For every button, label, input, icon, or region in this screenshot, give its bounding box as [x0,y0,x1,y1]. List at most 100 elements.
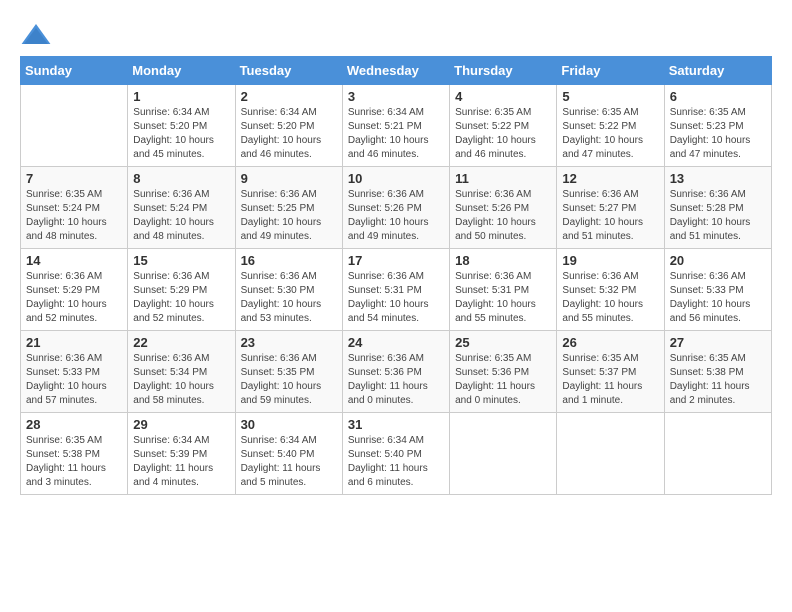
day-info: Sunrise: 6:34 AM Sunset: 5:21 PM Dayligh… [348,106,444,162]
day-number: 20 [670,253,766,268]
day-number: 24 [348,335,444,350]
day-header-saturday: Saturday [664,57,771,85]
day-info: Sunrise: 6:35 AM Sunset: 5:36 PM Dayligh… [455,352,551,408]
day-info: Sunrise: 6:36 AM Sunset: 5:29 PM Dayligh… [133,270,229,326]
day-number: 30 [241,417,337,432]
day-info: Sunrise: 6:36 AM Sunset: 5:32 PM Dayligh… [562,270,658,326]
day-info: Sunrise: 6:36 AM Sunset: 5:24 PM Dayligh… [133,188,229,244]
day-header-sunday: Sunday [21,57,128,85]
calendar-cell: 18Sunrise: 6:36 AM Sunset: 5:31 PM Dayli… [450,249,557,331]
day-number: 17 [348,253,444,268]
day-info: Sunrise: 6:34 AM Sunset: 5:40 PM Dayligh… [348,434,444,490]
calendar-cell: 14 Sunrise: 6:36 AM Sunset: 5:29 PM Dayli… [21,249,128,331]
day-info: Sunrise: 6:36 AM Sunset: 5:33 PM Dayligh… [670,270,766,326]
day-number: 28 [26,417,122,432]
calendar-cell: 31 Sunrise: 6:34 AM Sunset: 5:40 PM Dayli… [342,413,449,495]
calendar-cell: 2 Sunrise: 6:34 AM Sunset: 5:20 PM Daylig… [235,85,342,167]
day-info: Sunrise: 6:35 AM Sunset: 5:23 PM Dayligh… [670,106,766,162]
day-number: 31 [348,417,444,432]
day-header-tuesday: Tuesday [235,57,342,85]
calendar-cell: 30 Sunrise: 6:34 AM Sunset: 5:40 PM Dayli… [235,413,342,495]
calendar-cell: 9 Sunrise: 6:36 AM Sunset: 5:25 PM Daylig… [235,167,342,249]
day-header-friday: Friday [557,57,664,85]
day-info: Sunrise: 6:34 AM Sunset: 5:40 PM Dayligh… [241,434,337,490]
day-info: Sunrise: 6:35 AM Sunset: 5:38 PM Dayligh… [670,352,766,408]
calendar-cell: 15 Sunrise: 6:36 AM Sunset: 5:29 PM Dayli… [128,249,235,331]
calendar-cell [450,413,557,495]
day-number: 7 [26,171,122,186]
calendar-week-row: 7 Sunrise: 6:35 AM Sunset: 5:24 PM Daylig… [21,167,772,249]
day-header-thursday: Thursday [450,57,557,85]
day-number: 25 [455,335,551,350]
day-info: Sunrise: 6:35 AM Sunset: 5:37 PM Dayligh… [562,352,658,408]
calendar-cell: 3 Sunrise: 6:34 AM Sunset: 5:21 PM Daylig… [342,85,449,167]
calendar-cell: 16Sunrise: 6:36 AM Sunset: 5:30 PM Dayli… [235,249,342,331]
day-info: Sunrise: 6:34 AM Sunset: 5:20 PM Dayligh… [241,106,337,162]
calendar-cell: 28 Sunrise: 6:35 AM Sunset: 5:38 PM Dayli… [21,413,128,495]
calendar-cell: 6 Sunrise: 6:35 AM Sunset: 5:23 PM Daylig… [664,85,771,167]
calendar-cell: 11Sunrise: 6:36 AM Sunset: 5:26 PM Dayli… [450,167,557,249]
day-number: 8 [133,171,229,186]
day-number: 23 [241,335,337,350]
calendar-week-row: 28 Sunrise: 6:35 AM Sunset: 5:38 PM Dayli… [21,413,772,495]
day-number: 12 [562,171,658,186]
day-number: 6 [670,89,766,104]
calendar-cell: 7 Sunrise: 6:35 AM Sunset: 5:24 PM Daylig… [21,167,128,249]
day-info: Sunrise: 6:36 AM Sunset: 5:34 PM Dayligh… [133,352,229,408]
calendar-week-row: 1Sunrise: 6:34 AM Sunset: 5:20 PM Daylig… [21,85,772,167]
calendar-cell: 25 Sunrise: 6:35 AM Sunset: 5:36 PM Dayli… [450,331,557,413]
calendar-cell: 26Sunrise: 6:35 AM Sunset: 5:37 PM Dayli… [557,331,664,413]
day-number: 13 [670,171,766,186]
calendar-cell: 13 Sunrise: 6:36 AM Sunset: 5:28 PM Dayli… [664,167,771,249]
day-number: 18 [455,253,551,268]
calendar-cell: 17 Sunrise: 6:36 AM Sunset: 5:31 PM Dayli… [342,249,449,331]
day-info: Sunrise: 6:36 AM Sunset: 5:31 PM Dayligh… [348,270,444,326]
day-number: 11 [455,171,551,186]
calendar-cell: 24 Sunrise: 6:36 AM Sunset: 5:36 PM Dayli… [342,331,449,413]
calendar-cell [21,85,128,167]
logo [20,20,58,52]
day-info: Sunrise: 6:36 AM Sunset: 5:29 PM Dayligh… [26,270,122,326]
calendar-cell: 20 Sunrise: 6:36 AM Sunset: 5:33 PM Dayli… [664,249,771,331]
day-info: Sunrise: 6:36 AM Sunset: 5:30 PM Dayligh… [241,270,337,326]
day-number: 9 [241,171,337,186]
logo-icon [20,20,52,52]
calendar-week-row: 14 Sunrise: 6:36 AM Sunset: 5:29 PM Dayli… [21,249,772,331]
day-info: Sunrise: 6:36 AM Sunset: 5:35 PM Dayligh… [241,352,337,408]
day-number: 3 [348,89,444,104]
calendar-cell: 10 Sunrise: 6:36 AM Sunset: 5:26 PM Dayli… [342,167,449,249]
day-number: 14 [26,253,122,268]
calendar-cell: 27 Sunrise: 6:35 AM Sunset: 5:38 PM Dayli… [664,331,771,413]
calendar-cell [557,413,664,495]
calendar-cell: 1Sunrise: 6:34 AM Sunset: 5:20 PM Daylig… [128,85,235,167]
day-header-monday: Monday [128,57,235,85]
day-header-wednesday: Wednesday [342,57,449,85]
day-info: Sunrise: 6:35 AM Sunset: 5:24 PM Dayligh… [26,188,122,244]
calendar-cell: 5 Sunrise: 6:35 AM Sunset: 5:22 PM Daylig… [557,85,664,167]
day-number: 2 [241,89,337,104]
day-info: Sunrise: 6:36 AM Sunset: 5:36 PM Dayligh… [348,352,444,408]
day-number: 27 [670,335,766,350]
calendar-cell: 19Sunrise: 6:36 AM Sunset: 5:32 PM Dayli… [557,249,664,331]
calendar-cell: 21Sunrise: 6:36 AM Sunset: 5:33 PM Dayli… [21,331,128,413]
day-number: 5 [562,89,658,104]
calendar-cell: 4 Sunrise: 6:35 AM Sunset: 5:22 PM Daylig… [450,85,557,167]
day-number: 10 [348,171,444,186]
day-info: Sunrise: 6:36 AM Sunset: 5:28 PM Dayligh… [670,188,766,244]
day-info: Sunrise: 6:36 AM Sunset: 5:26 PM Dayligh… [348,188,444,244]
day-info: Sunrise: 6:35 AM Sunset: 5:22 PM Dayligh… [455,106,551,162]
day-info: Sunrise: 6:34 AM Sunset: 5:20 PM Dayligh… [133,106,229,162]
day-number: 22 [133,335,229,350]
calendar-cell: 29 Sunrise: 6:34 AM Sunset: 5:39 PM Dayli… [128,413,235,495]
day-info: Sunrise: 6:35 AM Sunset: 5:38 PM Dayligh… [26,434,122,490]
day-number: 21 [26,335,122,350]
calendar-cell [664,413,771,495]
day-info: Sunrise: 6:34 AM Sunset: 5:39 PM Dayligh… [133,434,229,490]
day-info: Sunrise: 6:35 AM Sunset: 5:22 PM Dayligh… [562,106,658,162]
day-number: 15 [133,253,229,268]
calendar-cell: 8 Sunrise: 6:36 AM Sunset: 5:24 PM Daylig… [128,167,235,249]
page-header [20,20,772,52]
day-number: 29 [133,417,229,432]
day-number: 4 [455,89,551,104]
day-info: Sunrise: 6:36 AM Sunset: 5:25 PM Dayligh… [241,188,337,244]
